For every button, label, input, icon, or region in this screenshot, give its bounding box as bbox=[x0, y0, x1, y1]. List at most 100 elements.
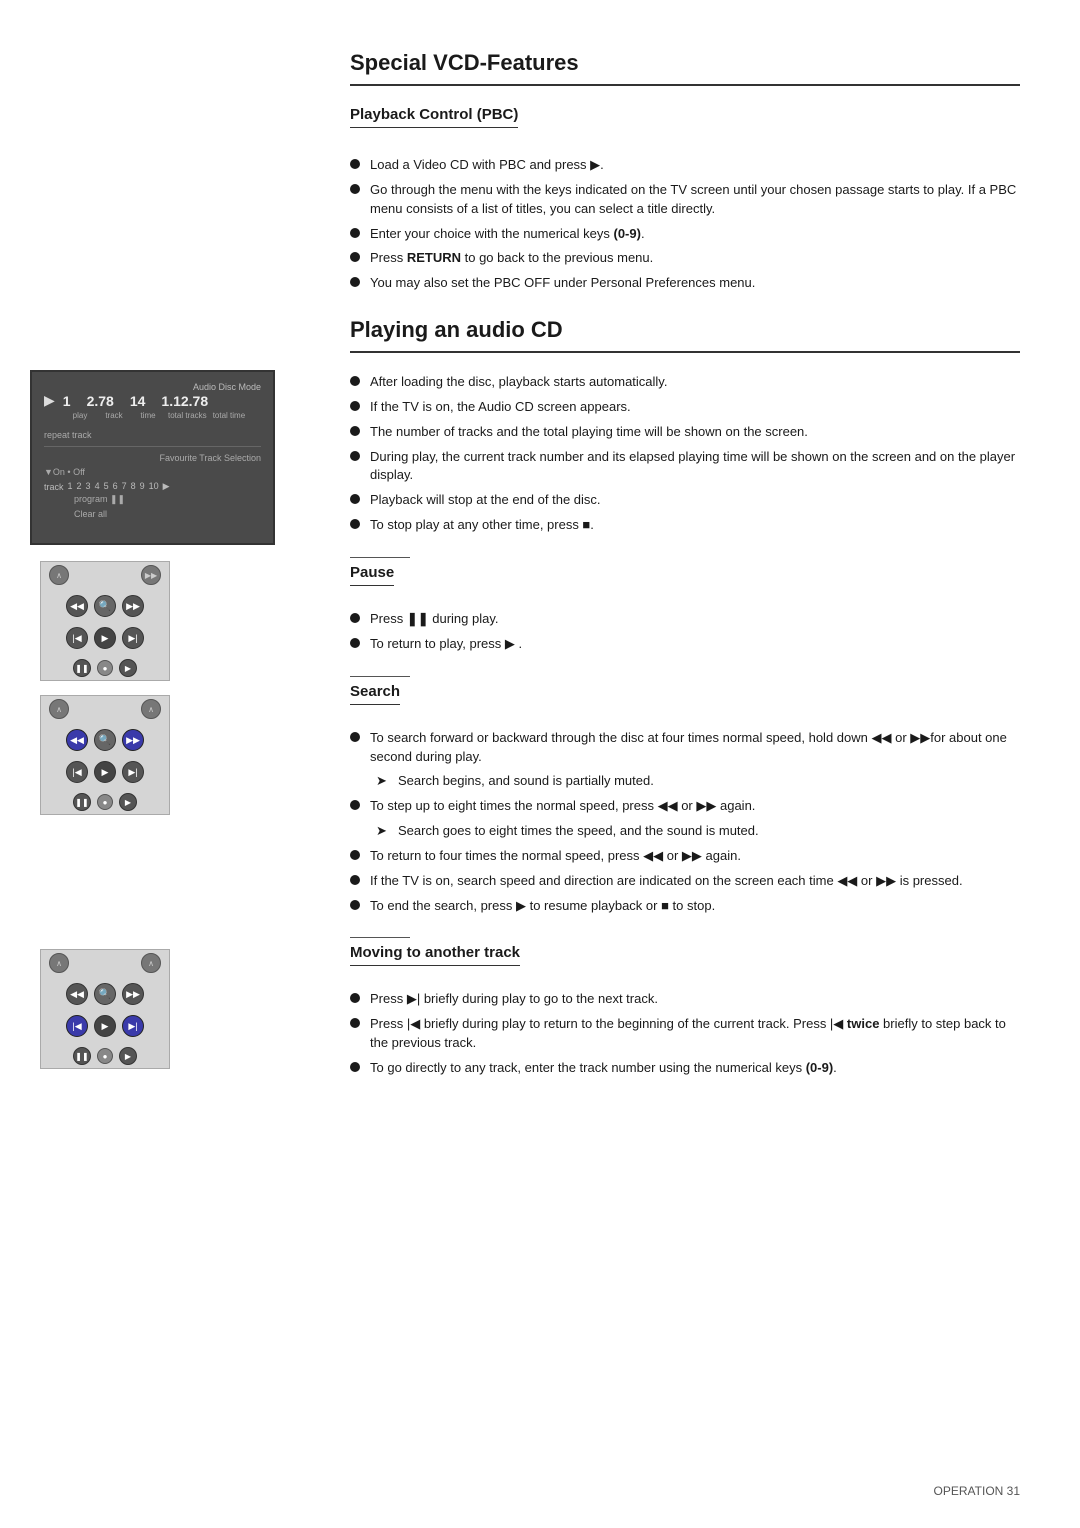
bullet-dot-icon bbox=[350, 732, 360, 742]
search-bullet-3: To return to four times the normal speed… bbox=[350, 847, 1020, 866]
lcd-screen: Audio Disc Mode ▶ 1 2.78 14 1.12.78 play… bbox=[30, 370, 275, 545]
skip-btn-3[interactable]: ∧ bbox=[141, 953, 161, 973]
ff-btn-3[interactable]: ▶▶ bbox=[122, 983, 144, 1005]
pause-btn-3[interactable]: ❚❚ bbox=[73, 1047, 91, 1065]
search-sub-1: ➤ Search begins, and sound is partially … bbox=[376, 772, 1020, 791]
prev-btn-3[interactable]: |◀ bbox=[66, 1015, 88, 1037]
remote-panel-1: ∧ ▶▶ ◀◀ 🔍 ▶▶ |◀ ▶ ▶| ❚❚ ● ▶ bbox=[40, 561, 170, 681]
lcd-play-icon: ▶ bbox=[44, 392, 55, 409]
bullet-dot-icon bbox=[350, 638, 360, 648]
moving-bullet-2: Press |◀ briefly during play to return t… bbox=[350, 1015, 1020, 1053]
pause-btn-2[interactable]: ❚❚ bbox=[73, 793, 91, 811]
play-small-btn[interactable]: ▶ bbox=[119, 659, 137, 677]
lcd-track-label: track bbox=[44, 482, 64, 492]
next-btn-3[interactable]: ▶| bbox=[122, 1015, 144, 1037]
bullet-dot-icon bbox=[350, 494, 360, 504]
play-small-btn-2[interactable]: ▶ bbox=[119, 793, 137, 811]
bullet-dot-icon bbox=[350, 519, 360, 529]
audio-bullet-1: After loading the disc, playback starts … bbox=[350, 373, 1020, 392]
label-time: time bbox=[134, 411, 162, 420]
pause-btn-1[interactable]: ❚❚ bbox=[73, 659, 91, 677]
search-btn-3[interactable]: 🔍 bbox=[94, 983, 116, 1005]
pause-section: Pause Press ❚❚ during play. To return to… bbox=[350, 557, 1020, 654]
rew-btn[interactable]: ◀◀ bbox=[66, 595, 88, 617]
pbc-title: Playback Control (PBC) bbox=[350, 106, 518, 128]
audio-cd-title: Playing an audio CD bbox=[350, 317, 1020, 353]
skip-btn[interactable]: ▶▶ bbox=[141, 565, 161, 585]
next-btn-1[interactable]: ▶| bbox=[122, 627, 144, 649]
ff-btn[interactable]: ▶▶ bbox=[122, 595, 144, 617]
search-bullet-1: To search forward or backward through th… bbox=[350, 729, 1020, 767]
lcd-play-row: ▶ 1 2.78 14 1.12.78 bbox=[44, 392, 261, 409]
search-bullet-list: To search forward or backward through th… bbox=[350, 729, 1020, 916]
label-track: track bbox=[100, 411, 128, 420]
stop-dot-btn-2[interactable]: ● bbox=[97, 794, 113, 810]
remote-panel-2: ∧ ∧ ◀◀ 🔍 ▶▶ |◀ ▶ ▶| ❚❚ ● ▶ bbox=[40, 695, 170, 815]
lcd-track-numbers: 1 2 3 4 5 6 7 8 9 10 ▶ bbox=[68, 481, 170, 492]
lcd-on-off: ▼On • Off bbox=[44, 467, 261, 477]
vol-up-btn-3[interactable]: ∧ bbox=[49, 953, 69, 973]
lcd-total-time: 1.12.78 bbox=[161, 393, 208, 409]
play-btn-2[interactable]: ▶ bbox=[94, 761, 116, 783]
lcd-time: 2.78 bbox=[87, 393, 114, 409]
bullet-dot-icon bbox=[350, 401, 360, 411]
prev-btn-2[interactable]: |◀ bbox=[66, 761, 88, 783]
bullet-dot-icon bbox=[350, 993, 360, 1003]
audio-bullet-4: During play, the current track number an… bbox=[350, 448, 1020, 486]
play-small-btn-3[interactable]: ▶ bbox=[119, 1047, 137, 1065]
bullet-dot-icon bbox=[350, 850, 360, 860]
prev-btn-1[interactable]: |◀ bbox=[66, 627, 88, 649]
audio-cd-bullet-list: After loading the disc, playback starts … bbox=[350, 373, 1020, 535]
skip-btn-2[interactable]: ∧ bbox=[141, 699, 161, 719]
rew-btn-3[interactable]: ◀◀ bbox=[66, 983, 88, 1005]
audio-bullet-2: If the TV is on, the Audio CD screen app… bbox=[350, 398, 1020, 417]
bullet-dot-icon bbox=[350, 252, 360, 262]
bullet-dot-icon bbox=[350, 875, 360, 885]
audio-cd-section: Playing an audio CD After loading the di… bbox=[350, 317, 1020, 535]
bullet-dot-icon bbox=[350, 184, 360, 194]
bullet-dot-icon bbox=[350, 1018, 360, 1028]
search-bullet-5: To end the search, press ▶ to resume pla… bbox=[350, 897, 1020, 916]
lcd-mode-label: Audio Disc Mode bbox=[44, 382, 261, 392]
pbc-subsection: Playback Control (PBC) bbox=[350, 106, 1020, 142]
lcd-program-row: program ❚❚ bbox=[74, 494, 261, 505]
vol-up-btn[interactable]: ∧ bbox=[49, 565, 69, 585]
moving-divider bbox=[350, 937, 410, 938]
bullet-dot-icon bbox=[350, 900, 360, 910]
bullet-dot-icon bbox=[350, 277, 360, 287]
lcd-track-row: track 1 2 3 4 5 6 7 8 9 10 ▶ bbox=[44, 481, 261, 492]
stop-dot-btn[interactable]: ● bbox=[97, 660, 113, 676]
lcd-track: 1 bbox=[63, 393, 71, 409]
footer-text: OPERATION 31 bbox=[934, 1484, 1020, 1498]
bullet-dot-icon bbox=[350, 613, 360, 623]
moving-bullet-list: Press ▶| briefly during play to go to th… bbox=[350, 990, 1020, 1077]
play-btn-3[interactable]: ▶ bbox=[94, 1015, 116, 1037]
bullet-dot-icon bbox=[350, 159, 360, 169]
bullet-dot-icon bbox=[350, 426, 360, 436]
search-btn-2[interactable]: 🔍 bbox=[94, 729, 116, 751]
pbc-bullet-4: Press RETURN to go back to the previous … bbox=[350, 249, 1020, 268]
next-btn-2[interactable]: ▶| bbox=[122, 761, 144, 783]
ff-btn-2[interactable]: ▶▶ bbox=[122, 729, 144, 751]
rew-btn-2[interactable]: ◀◀ bbox=[66, 729, 88, 751]
vol-up-btn-2[interactable]: ∧ bbox=[49, 699, 69, 719]
bullet-dot-icon bbox=[350, 1062, 360, 1072]
pbc-bullet-list: Load a Video CD with PBC and press ▶. Go… bbox=[350, 156, 1020, 293]
pause-bullet-2: To return to play, press ▶ . bbox=[350, 635, 1020, 654]
label-play: play bbox=[66, 411, 94, 420]
pause-title: Pause bbox=[350, 564, 394, 586]
audio-bullet-3: The number of tracks and the total playi… bbox=[350, 423, 1020, 442]
footer: OPERATION 31 bbox=[934, 1484, 1020, 1498]
lcd-clear-all: Clear all bbox=[74, 509, 261, 519]
remote-panel-3: ∧ ∧ ◀◀ 🔍 ▶▶ |◀ ▶ ▶| ❚❚ ● ▶ bbox=[40, 949, 170, 1069]
lcd-numbers: 1 2.78 14 1.12.78 bbox=[63, 393, 208, 409]
pause-divider bbox=[350, 557, 410, 558]
search-btn-1[interactable]: 🔍 bbox=[94, 595, 116, 617]
left-column: Audio Disc Mode ▶ 1 2.78 14 1.12.78 play… bbox=[0, 0, 310, 1528]
pause-bullet-1: Press ❚❚ during play. bbox=[350, 610, 1020, 629]
stop-dot-btn-3[interactable]: ● bbox=[97, 1048, 113, 1064]
pbc-bullet-2: Go through the menu with the keys indica… bbox=[350, 181, 1020, 219]
play-btn-1[interactable]: ▶ bbox=[94, 627, 116, 649]
bullet-dot-icon bbox=[350, 228, 360, 238]
moving-bullet-3: To go directly to any track, enter the t… bbox=[350, 1059, 1020, 1078]
